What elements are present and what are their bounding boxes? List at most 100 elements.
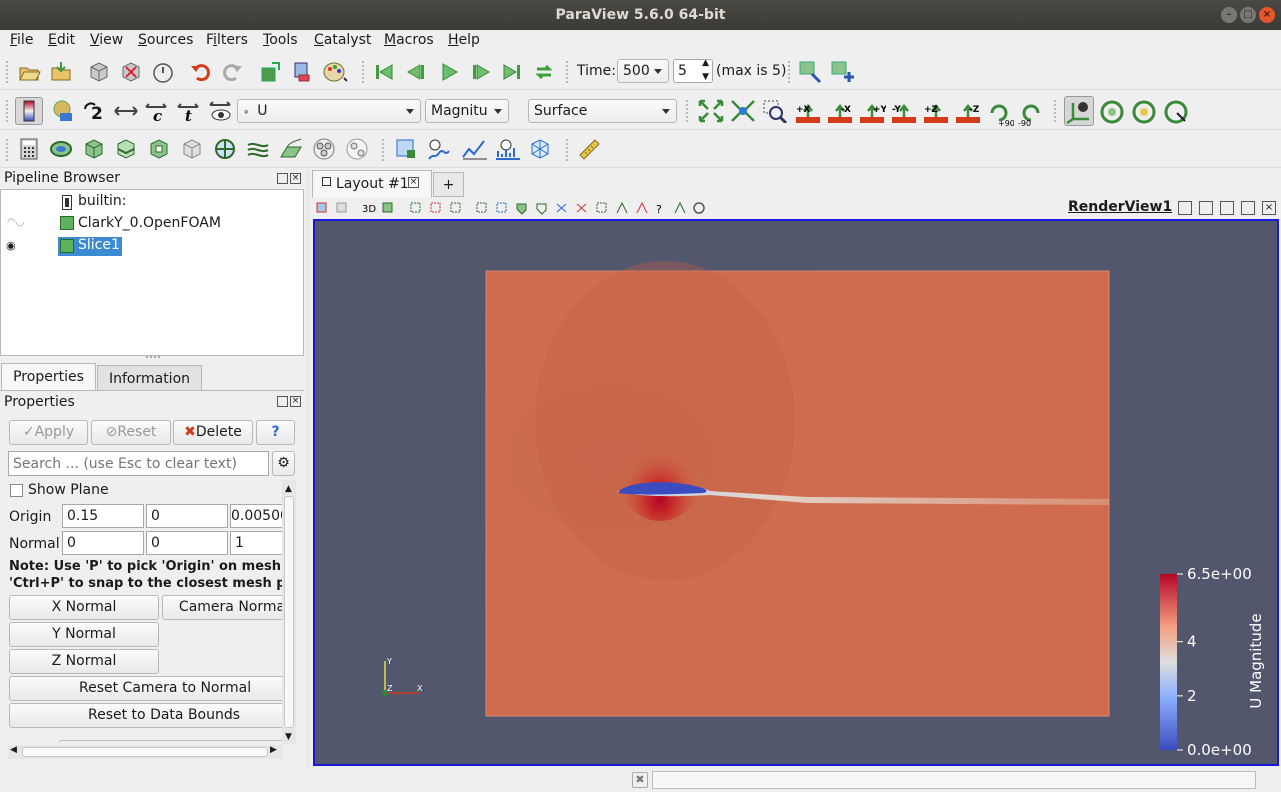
menu-tools[interactable]: Tools xyxy=(263,32,298,48)
properties-search-input[interactable] xyxy=(8,451,269,476)
close-panel-icon[interactable]: × xyxy=(290,173,301,184)
toggle-color-legend-icon[interactable] xyxy=(15,97,43,125)
camera-normal-button[interactable]: Camera Norma xyxy=(162,595,282,620)
maximize-button[interactable]: □ xyxy=(1240,7,1256,23)
origin-x-input[interactable]: 0.15 xyxy=(62,504,144,528)
layout-tab[interactable]: Layout #1 × xyxy=(312,170,432,198)
normal-z-input[interactable]: 1 xyxy=(230,531,282,555)
calculator-icon[interactable] xyxy=(17,137,41,161)
tab-information[interactable]: Information xyxy=(97,365,202,391)
splitter-handle[interactable] xyxy=(146,356,160,360)
show-center-axes-icon[interactable] xyxy=(1064,96,1094,126)
select-cells-icon[interactable] xyxy=(394,137,418,161)
rotate-minus-90-icon[interactable]: -90 xyxy=(1018,99,1042,128)
clear-status-icon[interactable]: ✖ xyxy=(632,772,648,788)
reset-session-icon[interactable] xyxy=(258,60,282,84)
color-array-combo[interactable]: ∘ U xyxy=(237,99,421,123)
close-panel-icon[interactable]: × xyxy=(290,396,301,407)
reset-to-data-bounds-button[interactable]: Reset to Data Bounds xyxy=(9,703,282,728)
view-minus-y-icon[interactable]: -Y xyxy=(890,99,916,123)
help-button[interactable]: ? xyxy=(256,420,295,445)
menu-sources[interactable]: Sources xyxy=(138,32,193,48)
menu-filters[interactable]: Filters xyxy=(206,32,248,48)
rescale-visible-icon[interactable] xyxy=(208,99,232,123)
close-window-button[interactable]: × xyxy=(1259,7,1275,23)
properties-horizontal-scrollbar[interactable]: ◀ ▶ xyxy=(8,745,282,759)
color-palette-icon[interactable] xyxy=(322,60,348,84)
undock-icon[interactable] xyxy=(277,173,288,184)
menu-file[interactable]: File xyxy=(10,32,33,48)
eye-icon[interactable]: ◉ xyxy=(6,239,16,252)
first-frame-icon[interactable] xyxy=(372,60,396,84)
maximize-view-icon[interactable] xyxy=(1220,201,1234,215)
origin-y-input[interactable]: 0 xyxy=(146,504,228,528)
scroll-up-icon[interactable]: ▲ xyxy=(285,484,292,494)
view-minus-x-icon[interactable]: -X xyxy=(826,99,852,123)
previous-frame-icon[interactable] xyxy=(404,60,428,84)
render-view[interactable]: Y X Z 6.5e+00 4 2 0.0e+00 U Magnitude xyxy=(313,219,1279,766)
scroll-right-icon[interactable]: ▶ xyxy=(270,745,277,755)
probe-icon[interactable] xyxy=(427,137,451,161)
menu-macros[interactable]: Macros xyxy=(384,32,434,48)
pipeline-item-clarky[interactable]: ClarkY_0.OpenFOAM xyxy=(78,215,221,231)
rescale-custom-icon[interactable]: c xyxy=(144,99,168,125)
glyph-icon[interactable] xyxy=(213,137,237,161)
connect-icon[interactable] xyxy=(87,60,111,84)
pick-center-icon[interactable] xyxy=(1131,99,1156,124)
zoom-to-box-icon[interactable] xyxy=(762,99,788,125)
render-canvas[interactable]: Y X Z 6.5e+00 4 2 0.0e+00 U Magnitude xyxy=(315,221,1277,764)
extract-level-icon[interactable] xyxy=(345,137,369,161)
find-data-icon[interactable] xyxy=(290,60,314,84)
slice-icon[interactable] xyxy=(114,137,138,161)
loop-icon[interactable] xyxy=(532,60,556,84)
auto-apply-icon[interactable] xyxy=(151,60,175,84)
properties-vertical-scrollbar[interactable]: ▲ ▼ xyxy=(282,480,296,744)
reset-button[interactable]: ⊘Reset xyxy=(91,420,171,445)
view-plus-x-icon[interactable]: +X xyxy=(794,99,820,123)
pipeline-item-builtin[interactable]: builtin: xyxy=(78,193,127,209)
reset-center-icon[interactable] xyxy=(1099,99,1124,124)
reset-camera-icon[interactable] xyxy=(698,99,724,123)
plot-data-icon[interactable] xyxy=(494,137,520,161)
time-index-spinbox[interactable]: 5 ▲ ▼ xyxy=(673,59,713,83)
vector-glyph-icon[interactable] xyxy=(528,137,552,161)
minimize-button[interactable]: – xyxy=(1221,7,1237,23)
scrollbar-thumb[interactable] xyxy=(284,496,294,728)
render-view-name[interactable]: RenderView1 xyxy=(1068,199,1172,215)
rotate-plus-90-icon[interactable]: +90 xyxy=(986,99,1015,128)
eye-closed-icon[interactable]: ◠◡ xyxy=(7,217,24,228)
disconnect-icon[interactable] xyxy=(119,60,143,84)
undock-icon[interactable] xyxy=(277,396,288,407)
z-normal-button[interactable]: Z Normal xyxy=(9,649,159,674)
edit-color-map-icon[interactable] xyxy=(50,99,74,123)
next-frame-icon[interactable] xyxy=(469,60,493,84)
normal-x-input[interactable]: 0 xyxy=(62,531,144,555)
scroll-down-icon[interactable]: ▼ xyxy=(285,732,292,742)
play-icon[interactable] xyxy=(437,60,461,84)
menu-help[interactable]: Help xyxy=(448,32,480,48)
split-horizontal-icon[interactable] xyxy=(1178,201,1192,215)
close-view-icon[interactable]: × xyxy=(1262,201,1276,215)
spin-arrows-icon[interactable]: ▲ ▼ xyxy=(702,60,709,82)
apply-button[interactable]: ✓Apply xyxy=(9,420,88,445)
open-file-icon[interactable] xyxy=(17,60,41,84)
y-normal-button[interactable]: Y Normal xyxy=(9,622,159,647)
zoom-to-data-icon[interactable] xyxy=(730,99,755,123)
view-plus-z-icon[interactable]: +Z xyxy=(922,99,948,123)
group-datasets-icon[interactable] xyxy=(312,137,336,161)
undo-icon[interactable] xyxy=(189,60,213,84)
last-frame-icon[interactable] xyxy=(500,60,524,84)
interaction-mode-icon[interactable] xyxy=(1163,99,1188,124)
view-minus-z-icon[interactable]: -Z xyxy=(954,99,980,123)
add-custom-range-icon[interactable] xyxy=(830,60,854,84)
rescale-temporal-icon[interactable]: t xyxy=(176,99,200,125)
vertical-splitter[interactable] xyxy=(306,170,310,768)
edit-color-map-icon[interactable] xyxy=(798,60,822,84)
add-layout-tab-button[interactable]: + xyxy=(433,172,464,197)
menu-view[interactable]: View xyxy=(90,32,123,48)
load-state-icon[interactable] xyxy=(49,60,73,84)
split-vertical-icon[interactable] xyxy=(1199,201,1213,215)
close-tab-icon[interactable]: × xyxy=(408,177,419,188)
normal-y-input[interactable]: 0 xyxy=(146,531,228,555)
representation-combo[interactable]: Surface xyxy=(528,99,677,123)
